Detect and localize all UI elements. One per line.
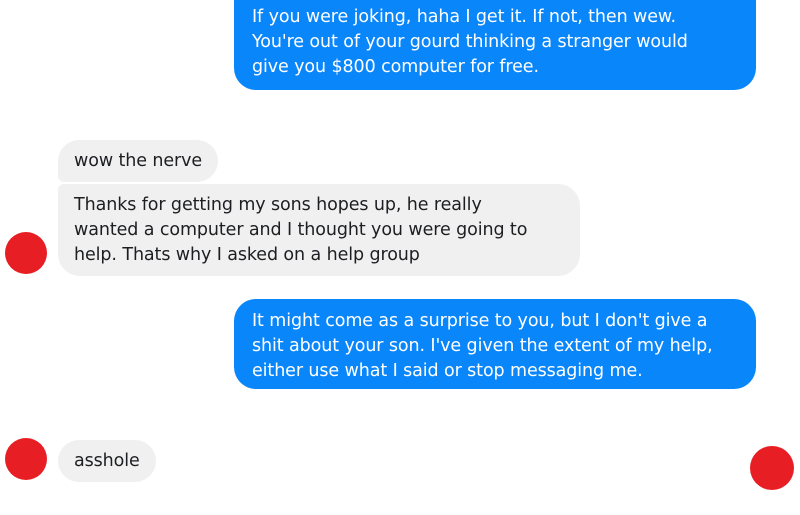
received-message-bubble: Thanks for getting my sons hopes up, he … <box>58 184 580 276</box>
contact-avatar-redacted[interactable] <box>5 438 47 480</box>
sent-message-bubble: If you were joking, haha I get it. If no… <box>234 0 756 90</box>
received-message-bubble: asshole <box>58 440 156 482</box>
sent-message-bubble: It might come as a surprise to you, but … <box>234 299 756 389</box>
read-receipt-avatar-redacted <box>750 446 794 490</box>
contact-avatar-redacted[interactable] <box>5 232 47 274</box>
received-message-bubble: wow the nerve <box>58 140 219 182</box>
